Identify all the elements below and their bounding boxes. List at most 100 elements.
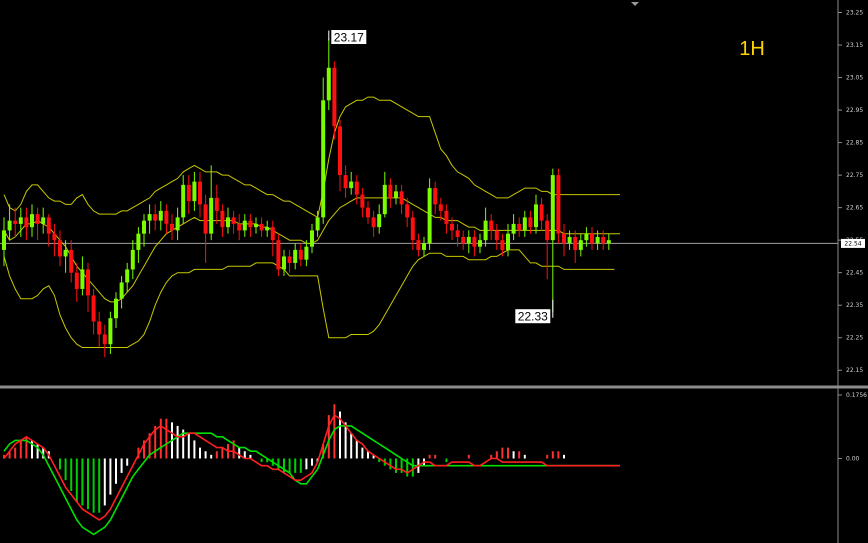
candle-body (226, 217, 230, 228)
candle-body (528, 217, 533, 228)
candle-body (181, 184, 186, 218)
candle-body (192, 181, 197, 202)
candle-body (461, 236, 466, 244)
candle-body (170, 223, 174, 231)
price-tick-label: 23.25 (846, 10, 863, 17)
candle-body (483, 220, 488, 241)
candle-body (209, 197, 214, 234)
candle-body (310, 230, 314, 247)
candle-body (298, 249, 303, 260)
candle-body (522, 217, 527, 231)
candle-body (164, 210, 169, 224)
timeframe-label: 1H (739, 38, 765, 60)
candle-body (46, 217, 51, 234)
candle-body (214, 197, 219, 211)
candle-body (595, 236, 600, 244)
candle-body (326, 67, 331, 101)
candle-body (410, 217, 415, 241)
candle-body (108, 318, 113, 345)
candle-body (500, 240, 505, 250)
candle-body (438, 204, 443, 211)
candle-body (578, 240, 583, 250)
candle-body (18, 217, 23, 224)
macd-tick-label: 0.00 (846, 455, 860, 462)
candle-body (494, 230, 499, 241)
candle-body (584, 233, 589, 241)
candle-body (321, 100, 326, 218)
candle-body (186, 184, 191, 202)
candle-body (562, 233, 566, 244)
candle-body (248, 220, 253, 228)
candle-body (242, 220, 247, 231)
candle-body (338, 126, 342, 176)
candle-body (550, 175, 555, 241)
price-tick-label: 22.25 (846, 335, 863, 342)
candle-body (58, 240, 62, 257)
candle-body (119, 282, 124, 299)
candle-body (153, 214, 158, 221)
candle-body (259, 223, 264, 231)
price-tick-label: 22.65 (846, 205, 863, 212)
price-tick-label: 23.05 (846, 75, 863, 82)
candle-body (203, 204, 208, 234)
candle-body (293, 249, 298, 263)
candle-body (349, 181, 354, 189)
candle-body (276, 240, 281, 270)
candle-body (270, 227, 275, 241)
candle-body (130, 249, 135, 270)
candle-body (371, 217, 376, 228)
candle-body (69, 249, 74, 273)
candle-body (606, 240, 611, 244)
candle-body (534, 204, 538, 228)
candle-body (86, 269, 90, 296)
candle-body (147, 214, 152, 221)
candle-body (125, 269, 130, 283)
candle-body (2, 230, 6, 250)
candle-body (41, 217, 46, 224)
candle-body (136, 233, 141, 250)
price-tick-label: 22.75 (846, 172, 863, 179)
candle-body (7, 220, 12, 231)
macd-tick-label: 0.1756 (846, 392, 867, 399)
candle-body (343, 175, 348, 189)
candle-body (556, 175, 561, 234)
candle-body (360, 194, 365, 208)
price-tick-label: 22.35 (846, 302, 863, 309)
price-tick-label: 22.15 (846, 367, 863, 374)
candle-body (478, 240, 482, 247)
candle-body (567, 236, 572, 244)
current-price-label: 22.54 (841, 238, 865, 248)
candle-body (450, 223, 454, 231)
candle-body (506, 233, 510, 250)
candle-body (466, 236, 471, 244)
candle-body (405, 204, 410, 218)
candle-body (74, 272, 79, 289)
candle-body (545, 220, 550, 241)
candle-body (455, 230, 460, 237)
candle-body (601, 236, 606, 244)
candle-body (175, 217, 180, 231)
price-tick-label: 22.95 (846, 107, 863, 114)
candle-body (304, 246, 309, 260)
candle-body (444, 210, 449, 224)
candle-body (30, 214, 34, 228)
candle-body (97, 321, 102, 335)
candle-body (52, 233, 57, 241)
candle-body (287, 256, 292, 263)
candle-body (427, 188, 432, 244)
candle-body (433, 188, 438, 205)
candle-body (24, 217, 29, 228)
candle-body (231, 217, 236, 224)
candle-body (142, 220, 146, 234)
chart-background (0, 0, 868, 543)
candle-body (590, 233, 594, 244)
candle-body (472, 236, 477, 247)
candle-body (388, 184, 393, 198)
candle-body (91, 295, 96, 322)
candle-body (35, 214, 40, 224)
candle-body (237, 223, 242, 231)
candle-body (114, 298, 118, 319)
candle-body (377, 214, 382, 228)
candle-body (158, 210, 163, 221)
candle-body (198, 181, 202, 205)
